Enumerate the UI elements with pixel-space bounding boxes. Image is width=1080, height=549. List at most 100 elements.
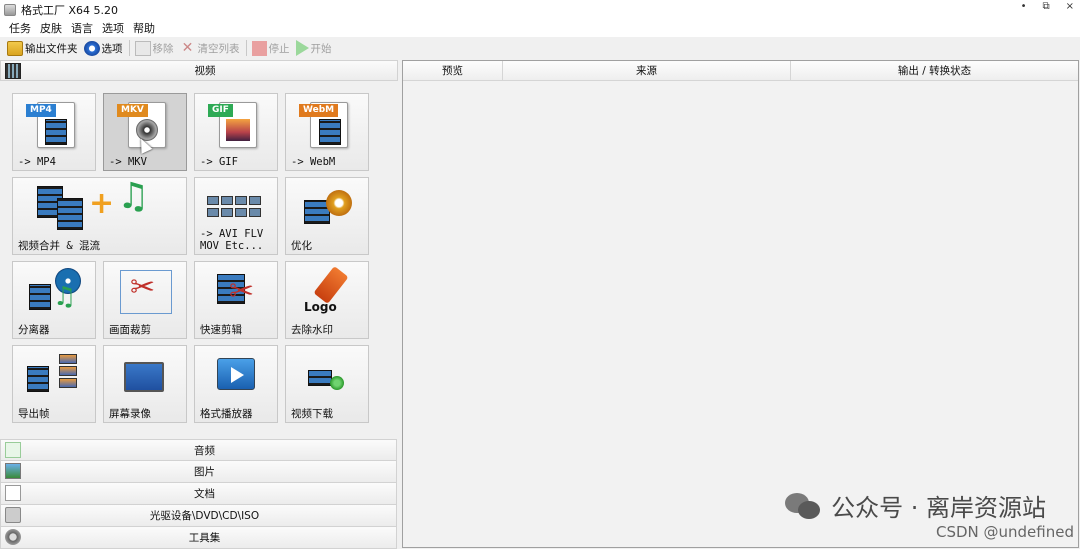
tile-remove-watermark[interactable]: Logo 去除水印: [285, 261, 369, 339]
film-icon: [5, 63, 21, 79]
film-icon: [27, 366, 49, 392]
category-audio-label: 音频: [194, 444, 215, 457]
category-document-label: 文档: [194, 488, 215, 500]
toolbar-divider: [245, 40, 247, 56]
toolbar-divider: [128, 40, 130, 56]
tile-label: 画面裁剪: [109, 324, 151, 336]
stop-button[interactable]: 停止: [251, 38, 290, 58]
tile-to-gif[interactable]: GIF -> GIF: [194, 93, 278, 171]
toolbar: 输出文件夹 选项 移除 ✕ 清空列表 停止 开始: [0, 37, 1080, 59]
tile-to-webm[interactable]: WebM -> WebM: [285, 93, 369, 171]
tile-label: 视频合并 & 混流: [18, 240, 100, 252]
wechat-icon: [785, 491, 823, 521]
film-icon: [29, 284, 51, 310]
tile-quick-cut[interactable]: ✂ 快速剪辑: [194, 261, 278, 339]
mkv-badge: MKV: [117, 104, 148, 117]
output-folder-label: 输出文件夹: [25, 42, 78, 55]
document-icon: [5, 485, 21, 501]
close-icon[interactable]: ×: [1066, 1, 1074, 12]
tile-label: -> MP4: [18, 156, 56, 168]
menu-help[interactable]: 帮助: [133, 20, 155, 36]
start-label: 开始: [310, 42, 332, 55]
column-source[interactable]: 来源: [503, 61, 791, 80]
tile-label: 屏幕录像: [109, 408, 151, 420]
credit-text: CSDN @undefined: [935, 523, 1074, 541]
menu-options[interactable]: 选项: [102, 20, 124, 36]
scissors-icon: ✂: [229, 274, 255, 309]
picture-icon: [5, 463, 21, 479]
stop-label: 停止: [268, 42, 290, 55]
start-button[interactable]: 开始: [295, 38, 332, 58]
category-disc[interactable]: 光驱设备\DVD\CD\ISO: [0, 505, 397, 527]
category-tools-label: 工具集: [188, 532, 221, 544]
tile-to-avi-flv-mov[interactable]: -> AVI FLV MOV Etc...: [194, 177, 278, 255]
start-icon: [295, 40, 309, 56]
task-list[interactable]: 预览 来源 输出 / 转换状态: [402, 60, 1079, 548]
stop-icon: [251, 40, 267, 56]
app-icon: [4, 3, 16, 16]
music-note-icon: ♫: [53, 282, 77, 312]
frames-icon: [59, 354, 77, 388]
category-image[interactable]: 图片: [0, 461, 397, 483]
tile-to-mp4[interactable]: MP4 -> MP4: [12, 93, 96, 171]
remove-button[interactable]: 移除: [134, 38, 174, 58]
watermark: 公众号 · 离岸资源站: [785, 488, 1046, 523]
tile-screen-record[interactable]: 屏幕录像: [103, 345, 187, 423]
category-audio[interactable]: 音频: [0, 439, 397, 461]
film-icon: [45, 119, 67, 145]
minimize-icon[interactable]: •: [1021, 1, 1027, 12]
watermark-text: 公众号 · 离岸资源站: [831, 494, 1046, 522]
tile-label: 分离器: [18, 324, 50, 336]
tile-export-frames[interactable]: 导出帧: [12, 345, 96, 423]
tile-label: 格式播放器: [200, 408, 253, 420]
category-document[interactable]: 文档: [0, 483, 397, 505]
clear-list-button[interactable]: ✕ 清空列表: [180, 38, 240, 58]
tile-optimize[interactable]: 优化: [285, 177, 369, 255]
eraser-icon: [313, 266, 349, 304]
tile-video-download[interactable]: 视频下载: [285, 345, 369, 423]
tile-label: -> AVI FLV MOV Etc...: [200, 228, 264, 252]
column-output-status[interactable]: 输出 / 转换状态: [791, 61, 1078, 80]
remove-label: 移除: [152, 42, 174, 55]
menu-bar: 任务 皮肤 语言 选项 帮助: [0, 19, 1080, 37]
tile-label: 优化: [291, 240, 312, 252]
tile-splitter[interactable]: ♫ 分离器: [12, 261, 96, 339]
gears-icon: [326, 190, 352, 216]
music-note-icon: [5, 442, 21, 458]
clear-icon: ✕: [181, 39, 194, 56]
play-icon: [217, 358, 255, 390]
remove-icon: [134, 40, 151, 56]
tile-crop[interactable]: ✂ 画面裁剪: [103, 261, 187, 339]
tile-label: 导出帧: [18, 408, 50, 420]
options-button[interactable]: 选项: [83, 38, 123, 58]
menu-skin[interactable]: 皮肤: [40, 20, 62, 36]
category-video[interactable]: 视频: [0, 60, 398, 81]
tile-to-mkv[interactable]: MKV -> MKV: [103, 93, 187, 171]
task-table-header: 预览 来源 输出 / 转换状态: [403, 61, 1078, 81]
film-icon: [308, 370, 332, 386]
category-disc-label: 光驱设备\DVD\CD\ISO: [149, 510, 260, 522]
plus-icon: +: [89, 186, 115, 221]
globe-icon: [330, 376, 344, 390]
category-tools[interactable]: 工具集: [0, 527, 397, 549]
tile-label: -> MKV: [109, 156, 147, 168]
scissors-icon: ✂: [130, 270, 156, 305]
tile-label: 视频下载: [291, 408, 333, 420]
output-folder-button[interactable]: 输出文件夹: [7, 38, 78, 58]
tools-icon: [5, 529, 21, 545]
tile-video-merge[interactable]: + ♫ 视频合并 & 混流: [12, 176, 187, 255]
menu-language[interactable]: 语言: [71, 20, 93, 36]
webm-badge: WebM: [299, 104, 339, 117]
format-strip-icon: [207, 196, 261, 205]
music-note-icon: ♫: [117, 176, 150, 217]
options-label: 选项: [101, 42, 123, 55]
tile-label: 快速剪辑: [200, 324, 242, 336]
column-preview[interactable]: 预览: [403, 61, 503, 80]
film-icon: [57, 198, 83, 230]
restore-icon[interactable]: ⧉: [1042, 1, 1049, 12]
title-bar: 格式工厂 X64 5.20 • ⧉ ×: [0, 0, 1080, 19]
window-controls: • ⧉ ×: [1021, 1, 1074, 12]
menu-task[interactable]: 任务: [9, 20, 31, 36]
tile-player[interactable]: 格式播放器: [194, 345, 278, 423]
monitor-icon: [124, 362, 164, 392]
